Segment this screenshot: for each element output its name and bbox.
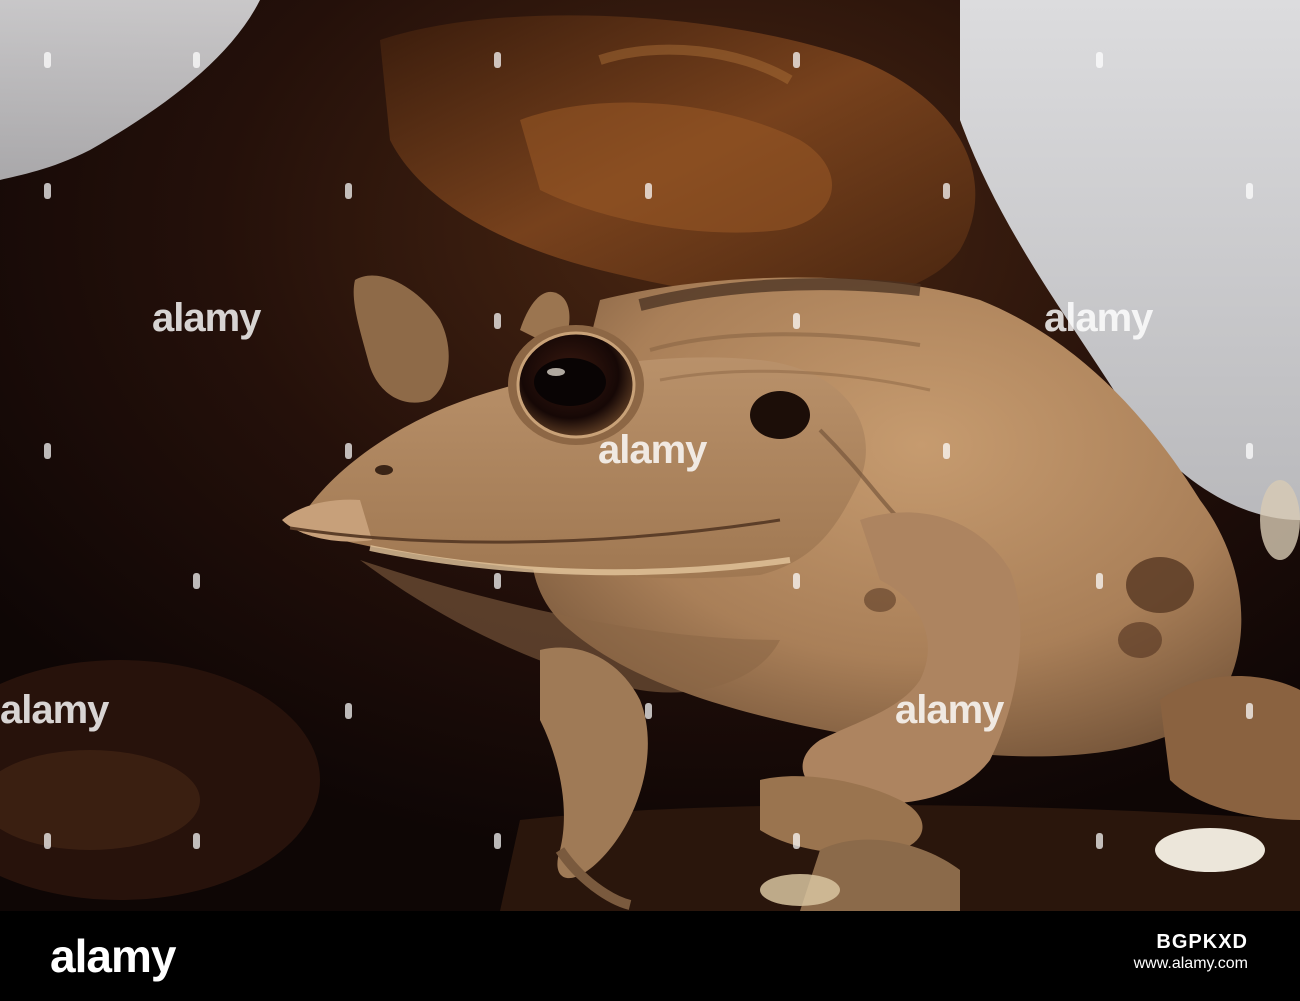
frog-photo	[0, 0, 1300, 911]
frog-photo-illustration	[0, 0, 1300, 911]
image-id: BGPKXD	[1156, 931, 1248, 953]
alamy-logo[interactable]: alamy	[50, 933, 176, 979]
footer-bar: alamy BGPKXD www.alamy.com	[0, 911, 1300, 1001]
stock-photo-page: alamy alamy alamy alamy alamy alamy BGPK…	[0, 0, 1300, 1001]
site-url-link[interactable]: www.alamy.com	[1134, 953, 1248, 975]
footer-info: BGPKXD www.alamy.com	[1134, 931, 1248, 975]
